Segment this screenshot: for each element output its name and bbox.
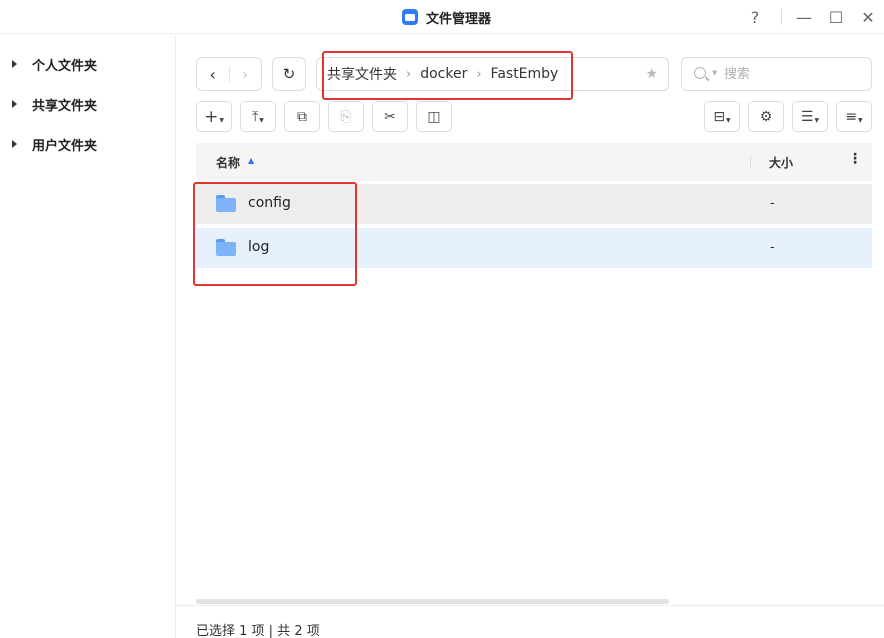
dropdown-caret-icon: ▼ [814, 117, 820, 124]
window-title: 文件管理器 [426, 11, 492, 27]
search-icon[interactable] [694, 67, 706, 79]
annotation-box-folders [193, 182, 357, 286]
dropdown-caret-icon: ▼ [858, 117, 863, 124]
minimize-button[interactable]: — [793, 6, 815, 28]
file-manager-app-icon [402, 9, 418, 25]
expand-arrow-icon[interactable] [12, 140, 17, 148]
sidebar-item-label: 个人文件夹 [32, 58, 98, 74]
sort-button[interactable]: ≡ ▼ [836, 101, 872, 132]
sidebar-item-label: 用户文件夹 [32, 138, 98, 154]
sidebar-item-user-folder[interactable]: 用户文件夹 [0, 130, 176, 158]
column-options-icon[interactable]: ⋮ [848, 151, 862, 167]
paste-icon: ⎘ [340, 108, 352, 125]
window-title-group: 文件管理器 [402, 7, 491, 27]
plus-icon: + [204, 106, 219, 127]
sort-ascending-icon[interactable]: ▲ [248, 156, 254, 165]
file-size: - [770, 240, 775, 255]
sidebar-item-personal-folder[interactable]: 个人文件夹 [0, 50, 176, 78]
upload-icon: ⤒ [252, 108, 259, 125]
status-divider [176, 605, 884, 606]
search-input[interactable] [724, 64, 864, 84]
sidebar-item-label: 共享文件夹 [32, 98, 98, 114]
compress-button[interactable]: ⊟ ▼ [704, 101, 740, 132]
expand-arrow-icon[interactable] [12, 60, 17, 68]
file-size: - [770, 196, 775, 211]
gear-icon: ⚙ [759, 108, 773, 125]
cut-button[interactable]: ✂ [372, 101, 408, 132]
horizontal-scrollbar[interactable] [196, 599, 669, 604]
column-divider[interactable] [750, 156, 751, 168]
dropdown-caret-icon: ▼ [219, 117, 224, 124]
list-view-icon: ☰ [800, 108, 814, 125]
help-button[interactable]: ? [744, 6, 766, 28]
new-button[interactable]: + ▼ [196, 101, 232, 132]
dropdown-caret-icon: ▼ [726, 117, 731, 124]
forward-button[interactable]: › [229, 58, 261, 90]
sidebar-item-shared-folder[interactable]: 共享文件夹 [0, 90, 176, 118]
refresh-button[interactable]: ↻ [272, 57, 306, 91]
paste-button[interactable]: ⎘ [328, 101, 364, 132]
briefcase-icon: ⊟ [713, 108, 726, 125]
file-manager-window: 文件管理器 ? — ☐ ✕ 个人文件夹 共享文件夹 用户文件夹 ‹ › ↻ 共享… [0, 0, 884, 638]
rename-button[interactable]: ◫ [416, 101, 452, 132]
sidebar: 个人文件夹 共享文件夹 用户文件夹 [0, 35, 176, 638]
search-box[interactable]: ▼ [681, 57, 872, 91]
expand-arrow-icon[interactable] [12, 100, 17, 108]
copy-icon: ⧉ [297, 108, 307, 125]
back-button[interactable]: ‹ [197, 58, 229, 90]
title-divider [781, 9, 782, 25]
close-button[interactable]: ✕ [857, 6, 879, 28]
search-options-caret-icon[interactable]: ▼ [712, 69, 717, 77]
scissors-icon: ✂ [384, 108, 396, 125]
view-mode-button[interactable]: ☰ ▼ [792, 101, 828, 132]
copy-button[interactable]: ⧉ [284, 101, 320, 132]
sort-icon: ≡ [845, 108, 858, 125]
favorite-star-icon[interactable]: ★ [645, 66, 658, 82]
file-list-header: 名称 ▲ 大小 ⋮ [196, 143, 872, 181]
annotation-box-path [322, 51, 573, 100]
status-text: 已选择 1 项 | 共 2 项 [196, 624, 320, 638]
settings-button[interactable]: ⚙ [748, 101, 784, 132]
dropdown-caret-icon: ▼ [259, 117, 264, 124]
column-header-size[interactable]: 大小 [769, 154, 793, 171]
rename-icon: ◫ [427, 108, 441, 125]
title-bar: 文件管理器 ? — ☐ ✕ [0, 0, 884, 34]
upload-button[interactable]: ⤒ ▼ [240, 101, 276, 132]
maximize-button[interactable]: ☐ [825, 6, 847, 28]
column-header-name[interactable]: 名称 [216, 154, 240, 171]
history-nav-group: ‹ › [196, 57, 262, 91]
